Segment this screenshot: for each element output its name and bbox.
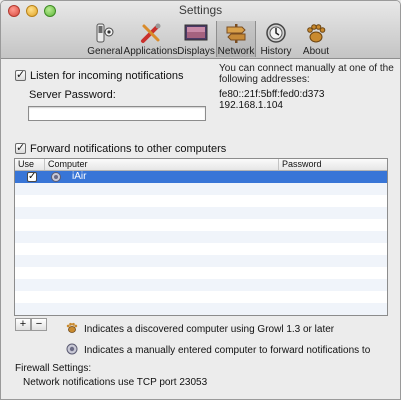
empty-row bbox=[15, 303, 387, 315]
tab-network[interactable]: Network bbox=[216, 21, 256, 57]
paw-icon bbox=[304, 22, 328, 44]
empty-row bbox=[15, 243, 387, 255]
address-ipv6: fe80::21f:5bff:fed0:d373 bbox=[219, 89, 325, 100]
connect-info-text-2: following addresses: bbox=[219, 74, 310, 85]
forward-checkbox-label: Forward notifications to other computers bbox=[30, 143, 227, 155]
tab-general-label: General bbox=[87, 46, 123, 57]
tab-history[interactable]: History bbox=[256, 21, 296, 57]
discovered-computer-icon bbox=[66, 322, 78, 334]
remove-computer-button[interactable]: − bbox=[31, 318, 47, 331]
tab-displays[interactable]: Displays bbox=[176, 21, 216, 57]
column-use[interactable]: Use bbox=[15, 159, 45, 170]
empty-row bbox=[15, 219, 387, 231]
server-password-label: Server Password: bbox=[29, 89, 116, 101]
empty-row bbox=[15, 255, 387, 267]
tab-history-label: History bbox=[260, 46, 292, 57]
address-ipv4: 192.168.1.104 bbox=[219, 100, 283, 111]
empty-row bbox=[15, 267, 387, 279]
firewall-heading: Firewall Settings: bbox=[15, 363, 92, 374]
listen-checkbox-label: Listen for incoming notifications bbox=[30, 70, 184, 82]
settings-window: Settings General Applications Displays N… bbox=[0, 0, 401, 400]
firewall-detail: Network notifications use TCP port 23053 bbox=[23, 377, 208, 388]
forward-checkbox[interactable]: ✓ bbox=[15, 143, 26, 154]
computers-table[interactable]: Use Computer Password ✓ iAir bbox=[14, 158, 388, 316]
tab-network-label: Network bbox=[217, 46, 255, 57]
empty-row bbox=[15, 291, 387, 303]
tools-icon bbox=[139, 22, 163, 44]
signpost-icon bbox=[224, 22, 248, 44]
add-computer-button[interactable]: + bbox=[15, 318, 31, 331]
empty-row bbox=[15, 207, 387, 219]
window-title: Settings bbox=[178, 3, 223, 17]
listen-checkbox[interactable]: ✓ bbox=[15, 70, 26, 81]
history-icon bbox=[264, 22, 288, 44]
column-password[interactable]: Password bbox=[279, 159, 387, 170]
empty-row bbox=[15, 279, 387, 291]
legend-manual-text: Indicates a manually entered computer to… bbox=[84, 345, 371, 356]
computer-name: iAir bbox=[72, 171, 87, 182]
titlebar: Settings General Applications Displays N… bbox=[1, 1, 400, 59]
use-checkbox[interactable]: ✓ bbox=[27, 172, 37, 182]
empty-row bbox=[15, 195, 387, 207]
tab-applications[interactable]: Applications bbox=[123, 21, 178, 57]
preferences-toolbar: General Applications Displays Network Hi… bbox=[85, 21, 336, 57]
tab-about[interactable]: About bbox=[296, 21, 336, 57]
display-icon bbox=[184, 22, 208, 44]
tab-displays-label: Displays bbox=[177, 46, 215, 57]
legend-discovered-text: Indicates a discovered computer using Gr… bbox=[84, 324, 335, 335]
connect-info-text-1: You can connect manually at one of the bbox=[219, 63, 394, 74]
empty-row bbox=[15, 183, 387, 195]
empty-row bbox=[15, 231, 387, 243]
tab-applications-label: Applications bbox=[123, 46, 178, 57]
manual-computer-legend-icon bbox=[66, 343, 78, 355]
column-computer[interactable]: Computer bbox=[45, 159, 279, 170]
tab-general[interactable]: General bbox=[85, 21, 125, 57]
table-header: Use Computer Password bbox=[15, 159, 387, 171]
table-row[interactable]: ✓ iAir bbox=[15, 171, 387, 183]
switch-icon bbox=[93, 22, 117, 44]
tab-about-label: About bbox=[302, 46, 330, 57]
manual-computer-icon bbox=[50, 172, 62, 182]
server-password-field[interactable] bbox=[28, 106, 206, 121]
